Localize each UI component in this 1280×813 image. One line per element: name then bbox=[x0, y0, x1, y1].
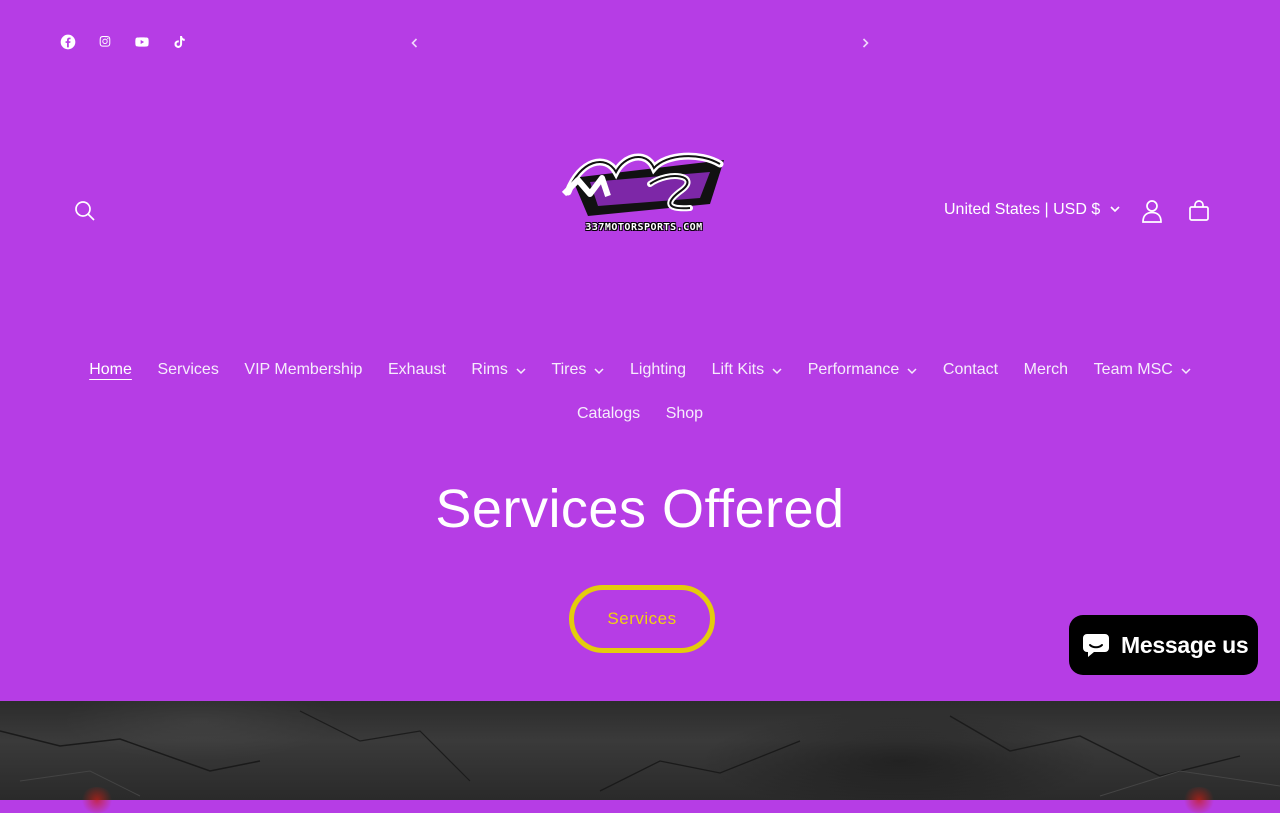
nav-label: Services bbox=[157, 361, 219, 378]
chevron-down-icon bbox=[1181, 368, 1191, 375]
user-icon bbox=[1142, 200, 1162, 223]
nav-label: Rims bbox=[471, 361, 508, 378]
message-us-button[interactable]: Message us bbox=[1069, 615, 1258, 675]
logo[interactable]: 337MOTORSPORTS.COM bbox=[550, 150, 736, 238]
banner-image bbox=[0, 701, 1280, 813]
nav-item-services[interactable]: Services bbox=[145, 361, 232, 379]
nav-item-catalogs[interactable]: Catalogs bbox=[564, 405, 653, 423]
nav-label: Catalogs bbox=[576, 405, 641, 422]
chevron-down-icon bbox=[516, 368, 526, 375]
logo-caption: 337MOTORSPORTS.COM bbox=[585, 222, 703, 233]
nav-item-rims[interactable]: Rims bbox=[459, 361, 539, 379]
nav-label: Lighting bbox=[630, 361, 687, 378]
tiktok-icon[interactable] bbox=[168, 31, 190, 53]
instagram-icon[interactable] bbox=[94, 31, 116, 53]
chevron-right-icon bbox=[862, 38, 869, 48]
announcement-prev-button[interactable] bbox=[405, 33, 425, 53]
message-us-label: Message us bbox=[1121, 631, 1249, 658]
chat-bubble-icon bbox=[1083, 634, 1109, 657]
hero-title: Services Offered bbox=[435, 479, 845, 539]
nav-label: Home bbox=[89, 361, 132, 378]
country-currency-selector[interactable]: United States | USD $ bbox=[944, 201, 1120, 219]
services-button[interactable]: Services bbox=[569, 585, 715, 653]
nav-label: Tires bbox=[551, 361, 587, 378]
chevron-down-icon bbox=[1110, 201, 1120, 219]
nav-item-performance[interactable]: Performance bbox=[795, 361, 930, 379]
cart-button[interactable] bbox=[1177, 189, 1221, 233]
nav-item-contact[interactable]: Contact bbox=[930, 361, 1011, 379]
nav-item-lighting[interactable]: Lighting bbox=[617, 361, 699, 379]
nav-item-vip-membership[interactable]: VIP Membership bbox=[232, 361, 376, 379]
nav-item-tires[interactable]: Tires bbox=[539, 361, 618, 379]
main-nav-row-2: Catalogs Shop bbox=[0, 402, 1280, 426]
nav-label: Contact bbox=[942, 361, 999, 378]
nav-item-merch[interactable]: Merch bbox=[1011, 361, 1081, 379]
bag-icon bbox=[1189, 200, 1209, 221]
banner-texture bbox=[0, 710, 1280, 797]
nav-label: Shop bbox=[665, 405, 704, 422]
announcement-next-button[interactable] bbox=[855, 33, 875, 53]
glow-left bbox=[80, 787, 114, 813]
youtube-icon[interactable] bbox=[131, 31, 153, 53]
nav-item-shop[interactable]: Shop bbox=[653, 405, 716, 423]
nav-item-lift-kits[interactable]: Lift Kits bbox=[699, 361, 795, 379]
nav-item-exhaust[interactable]: Exhaust bbox=[375, 361, 458, 379]
nav-label: VIP Membership bbox=[244, 361, 363, 378]
country-currency-label: United States | USD $ bbox=[944, 201, 1101, 218]
chevron-down-icon bbox=[772, 368, 782, 375]
nav-label: Team MSC bbox=[1093, 361, 1173, 378]
nav-label: Lift Kits bbox=[711, 361, 765, 378]
nav-item-team-msc[interactable]: Team MSC bbox=[1081, 361, 1204, 379]
nav-label: Performance bbox=[807, 361, 900, 378]
chevron-down-icon bbox=[907, 368, 917, 375]
main-nav: Home Services VIP Membership Exhaust Rim… bbox=[0, 358, 1280, 382]
chevron-down-icon bbox=[594, 368, 604, 375]
glow-right bbox=[1182, 787, 1216, 813]
chevron-left-icon bbox=[411, 38, 418, 48]
nav-label: Exhaust bbox=[388, 361, 446, 378]
facebook-icon[interactable] bbox=[57, 31, 79, 53]
account-button[interactable] bbox=[1130, 189, 1174, 233]
nav-label: Merch bbox=[1023, 361, 1069, 378]
nav-item-home[interactable]: Home bbox=[76, 361, 144, 379]
search-button[interactable] bbox=[63, 189, 107, 233]
search-icon bbox=[75, 201, 95, 221]
